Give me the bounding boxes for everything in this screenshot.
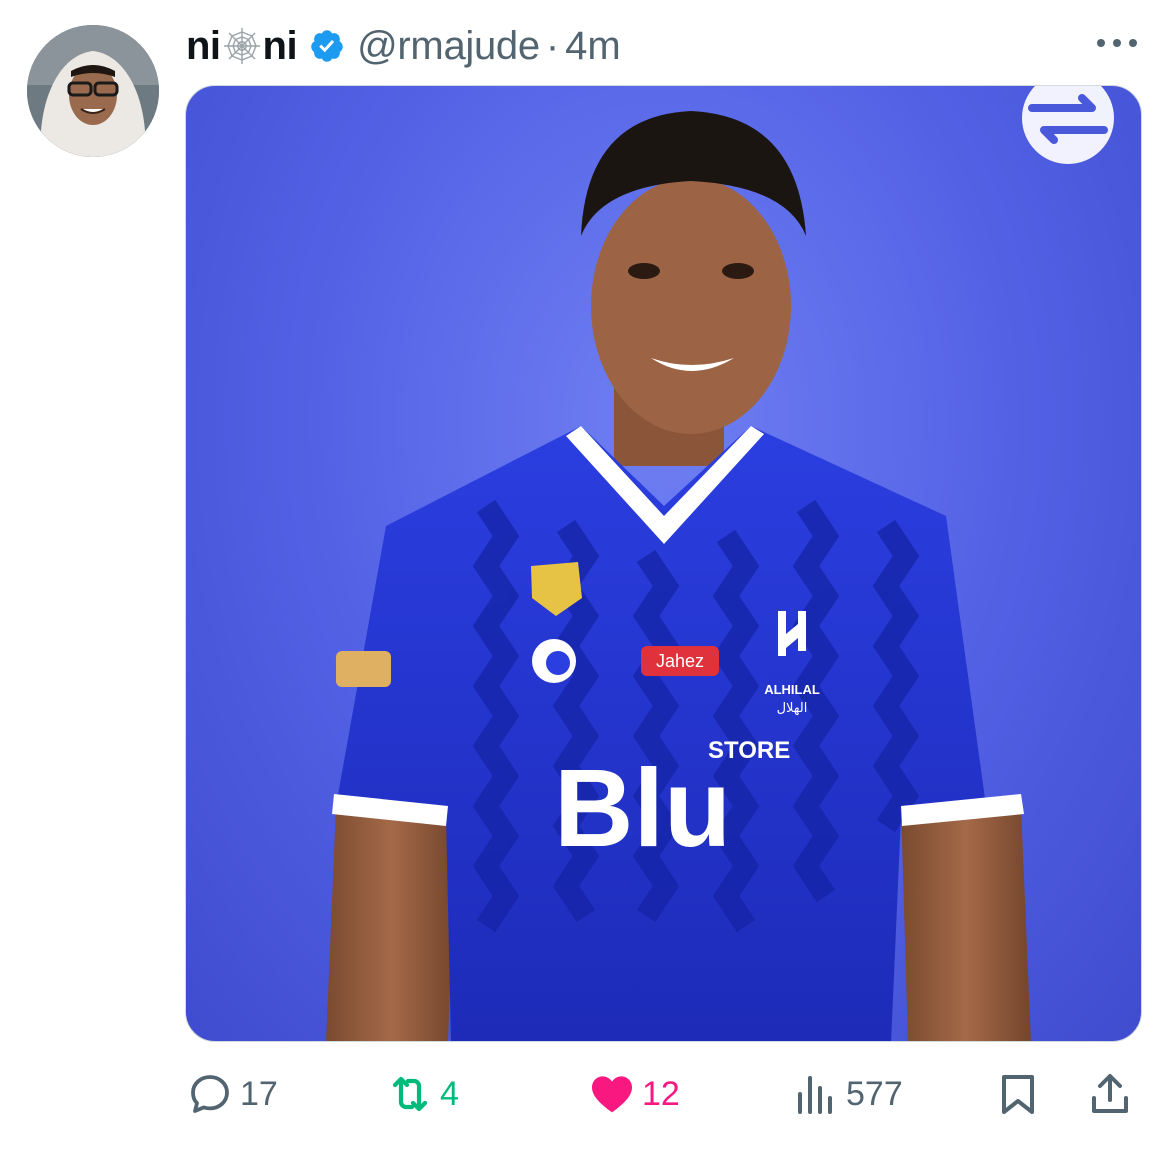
reply-count: 17: [240, 1074, 278, 1113]
bookmark-button[interactable]: [994, 1062, 1042, 1126]
jahez-badge-text: Jahez: [656, 651, 704, 671]
author-handle[interactable]: @rmajude: [357, 24, 540, 69]
tweet-header: ni ni @rmajude · 4m: [186, 22, 621, 70]
more-options-icon[interactable]: [1094, 36, 1140, 50]
like-button[interactable]: 12: [588, 1062, 680, 1126]
analytics-icon: [798, 1076, 832, 1114]
club-name-latin: ALHILAL: [764, 682, 820, 697]
reply-button[interactable]: 17: [186, 1062, 278, 1126]
tweet-action-bar: 17 4 12 577: [0, 1062, 1170, 1126]
author-name-start[interactable]: ni: [186, 24, 221, 69]
repost-button[interactable]: 4: [386, 1062, 459, 1126]
club-name-arabic: الهلال: [777, 701, 808, 716]
separator-dot: ·: [545, 23, 560, 68]
repost-icon: [392, 1076, 428, 1112]
reply-icon: [191, 1075, 229, 1113]
spider-web-icon: [223, 28, 260, 64]
tweet-photo[interactable]: Jahez ALHILAL الهلال STORE Blu: [185, 85, 1142, 1042]
share-button[interactable]: [1086, 1062, 1134, 1126]
like-count: 12: [642, 1074, 680, 1113]
share-icon: [1092, 1074, 1128, 1113]
repost-count: 4: [440, 1074, 459, 1113]
view-count: 577: [846, 1074, 903, 1113]
verified-badge-icon: [311, 30, 343, 62]
sponsor-text: Blu: [554, 747, 731, 870]
bookmark-icon: [1002, 1075, 1034, 1114]
heart-icon: [592, 1076, 632, 1113]
views-button[interactable]: 577: [792, 1062, 903, 1126]
avatar[interactable]: [27, 25, 159, 157]
timestamp[interactable]: 4m: [565, 24, 621, 69]
author-name-end[interactable]: ni: [263, 24, 298, 69]
repost-watermark-icon: [1022, 86, 1114, 164]
